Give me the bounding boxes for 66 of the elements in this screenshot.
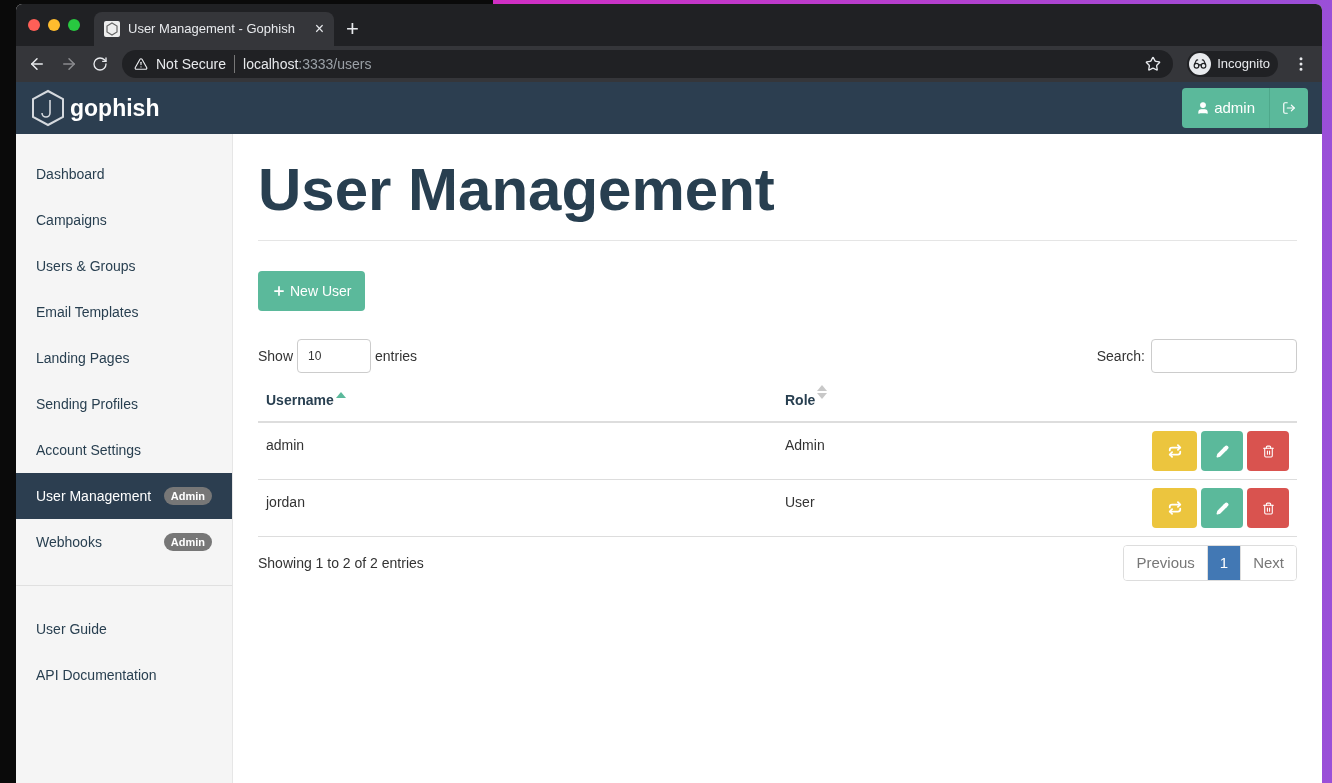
plus-icon bbox=[272, 284, 286, 298]
reload-icon[interactable] bbox=[92, 56, 108, 72]
search-label: Search: bbox=[1096, 346, 1145, 366]
address-bar[interactable]: Not Secure localhost:3333/users bbox=[122, 50, 1174, 78]
table-cell-text: Admin bbox=[784, 436, 826, 455]
entries-field[interactable]: 10 bbox=[297, 339, 372, 373]
sidebar-item[interactable]: User Management Admin bbox=[16, 473, 232, 519]
url-text: localhost:3333/users bbox=[243, 54, 372, 74]
swap-icon bbox=[1167, 501, 1182, 515]
sidebar-item[interactable]: Webhooks Admin bbox=[16, 519, 232, 565]
brand-name[interactable]: gophish bbox=[70, 90, 160, 126]
bookmark-star-icon[interactable] bbox=[1145, 56, 1162, 72]
column-header[interactable]: Role bbox=[785, 390, 816, 411]
swap-icon bbox=[1167, 444, 1182, 458]
pagination-button[interactable]: 1 bbox=[1206, 546, 1241, 580]
table-cell-text: admin bbox=[265, 436, 306, 455]
sidebar-item[interactable]: Dashboard bbox=[16, 151, 232, 197]
sidebar-link[interactable]: User Guide bbox=[16, 606, 232, 652]
swap-button[interactable] bbox=[1152, 431, 1197, 471]
show-label: Show bbox=[258, 346, 294, 366]
logout-icon bbox=[1282, 101, 1296, 115]
sort-icon[interactable] bbox=[817, 385, 828, 399]
column-header[interactable]: Username bbox=[266, 390, 334, 411]
page-title: User Management bbox=[258, 155, 776, 225]
back-icon[interactable] bbox=[28, 55, 46, 73]
incognito-icon bbox=[1189, 53, 1212, 75]
sidebar-item[interactable]: Account Settings bbox=[16, 427, 232, 473]
admin-badge: Admin bbox=[163, 486, 212, 506]
edit-button[interactable] bbox=[1201, 488, 1243, 528]
entries-label: entries bbox=[375, 346, 418, 366]
close-window-icon[interactable] bbox=[28, 19, 40, 31]
swap-button[interactable] bbox=[1152, 488, 1197, 528]
table-cell-text: jordan bbox=[264, 493, 306, 512]
edit-button[interactable] bbox=[1201, 431, 1243, 471]
new-tab-button[interactable]: + bbox=[346, 18, 359, 40]
sidebar-item[interactable]: Landing Pages bbox=[16, 335, 232, 381]
sidebar-item[interactable]: Email Templates bbox=[16, 289, 232, 335]
trash-icon bbox=[1261, 501, 1275, 515]
sidebar-item[interactable]: Campaigns bbox=[16, 197, 232, 243]
delete-button[interactable] bbox=[1247, 488, 1289, 528]
table-cell-text: User bbox=[784, 493, 816, 512]
pencil-icon bbox=[1215, 444, 1229, 458]
delete-button[interactable] bbox=[1247, 431, 1289, 471]
maximize-window-icon[interactable] bbox=[68, 19, 80, 31]
pagination-button[interactable]: Next bbox=[1240, 546, 1296, 580]
admin-badge: Admin bbox=[163, 532, 212, 552]
profile-button[interactable]: Incognito bbox=[1187, 51, 1278, 77]
gophish-logo-icon bbox=[30, 89, 66, 127]
minimize-window-icon[interactable] bbox=[48, 19, 60, 31]
sidebar-item[interactable]: Sending Profiles bbox=[16, 381, 232, 427]
site-icon bbox=[104, 21, 120, 37]
sidebar-item[interactable]: Users & Groups bbox=[16, 243, 232, 289]
user-icon bbox=[1196, 101, 1211, 115]
security-label: Not Secure bbox=[156, 54, 227, 74]
browser-tab[interactable]: User Management - Gophish × bbox=[94, 12, 334, 46]
sidebar-link[interactable]: API Documentation bbox=[16, 652, 232, 698]
forward-icon[interactable] bbox=[60, 55, 78, 73]
tab-close-button[interactable]: × bbox=[314, 17, 324, 41]
search-field[interactable] bbox=[1151, 339, 1297, 373]
entries-info: Showing 1 to 2 of 2 entries bbox=[258, 553, 424, 573]
tab-title: User Management - Gophish bbox=[128, 20, 296, 39]
pencil-icon bbox=[1215, 501, 1229, 515]
sort-icon[interactable] bbox=[335, 392, 346, 399]
trash-icon bbox=[1261, 444, 1275, 458]
logout-button[interactable] bbox=[1269, 88, 1308, 128]
warning-icon bbox=[134, 57, 148, 71]
